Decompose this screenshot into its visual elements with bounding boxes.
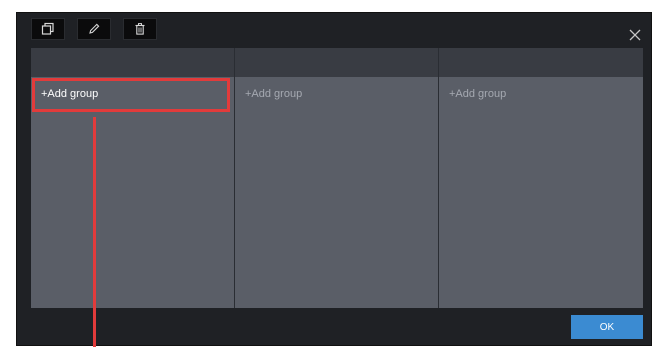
edit-button[interactable] [77,18,111,40]
duplicate-icon [41,22,54,35]
add-group-link[interactable]: +Add group [245,88,302,100]
column-header [31,48,234,77]
dialog-footer: OK [31,308,643,344]
pencil-icon [89,23,100,34]
trash-icon [135,23,145,35]
column-header [439,48,643,77]
column-header [235,48,438,77]
column-body: +Add group [235,77,438,308]
delete-button[interactable] [123,18,157,40]
group-column-2: +Add group [235,48,439,308]
add-group-link[interactable]: +Add group [449,88,506,100]
close-button[interactable] [627,27,643,43]
duplicate-button[interactable] [31,18,65,40]
group-column-3: +Add group [439,48,643,308]
column-body: +Add group [31,77,234,308]
callout-line [93,117,96,347]
column-body: +Add group [439,77,643,308]
group-editor-dialog: +Add group +Add group +Add group OK [16,12,652,346]
close-icon [629,29,641,41]
group-columns: +Add group +Add group +Add group [31,48,643,308]
add-group-link[interactable]: +Add group [41,88,98,100]
ok-button[interactable]: OK [571,315,643,339]
toolbar [31,18,157,40]
group-column-1: +Add group [31,48,235,308]
